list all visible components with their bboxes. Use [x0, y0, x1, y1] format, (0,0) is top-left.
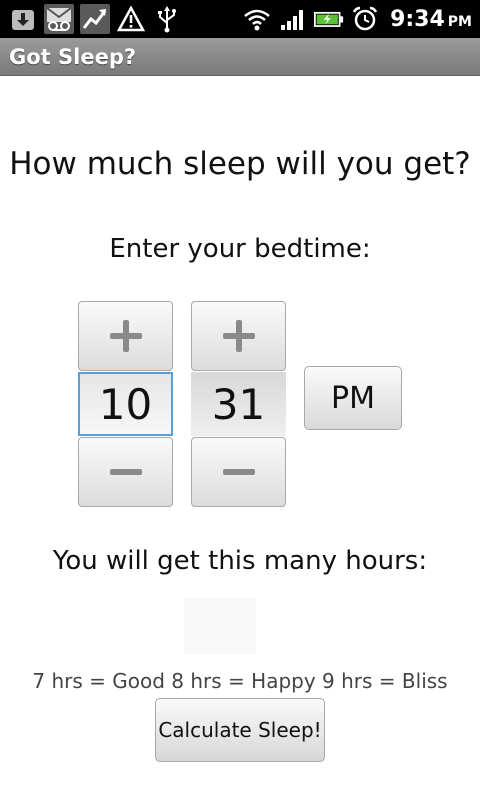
notification-icons — [8, 3, 182, 35]
alarm-icon — [350, 4, 380, 34]
plus-icon — [109, 320, 142, 352]
page-title: How much sleep will you get? — [9, 146, 471, 182]
usb-icon — [152, 4, 182, 34]
result-value — [184, 598, 256, 654]
download-icon — [8, 4, 38, 34]
warning-icon — [116, 4, 146, 34]
clock-ampm: PM — [447, 13, 472, 30]
sleep-legend: 7 hrs = Good 8 hrs = Happy 9 hrs = Bliss — [32, 669, 448, 693]
app-title: Got Sleep? — [0, 38, 480, 76]
hour-increment-button[interactable] — [78, 301, 173, 371]
plus-icon — [222, 320, 255, 352]
minute-picker: 31 — [191, 301, 287, 508]
signal-icon — [278, 4, 308, 34]
clock-time: 9:34 — [390, 6, 445, 32]
voicemail-icon — [44, 4, 74, 34]
wifi-icon — [242, 4, 272, 34]
minute-decrement-button[interactable] — [191, 437, 286, 507]
hour-picker: 10 — [78, 301, 174, 508]
status-bar: 9:34 PM — [0, 0, 480, 38]
calculate-sleep-button[interactable]: Calculate Sleep! — [155, 698, 325, 762]
minus-icon — [109, 469, 142, 475]
hour-decrement-button[interactable] — [78, 437, 173, 507]
minute-increment-button[interactable] — [191, 301, 286, 371]
hour-field[interactable]: 10 — [78, 372, 173, 436]
result-label: You will get this many hours: — [52, 546, 428, 576]
battery-icon — [314, 4, 344, 34]
ampm-toggle-button[interactable]: PM — [304, 366, 402, 430]
stocks-icon — [80, 4, 110, 34]
minute-field[interactable]: 31 — [191, 372, 286, 436]
system-icons: 9:34 PM — [242, 3, 472, 35]
minus-icon — [222, 469, 255, 475]
status-clock: 9:34 PM — [390, 7, 472, 32]
bedtime-prompt: Enter your bedtime: — [109, 234, 371, 264]
